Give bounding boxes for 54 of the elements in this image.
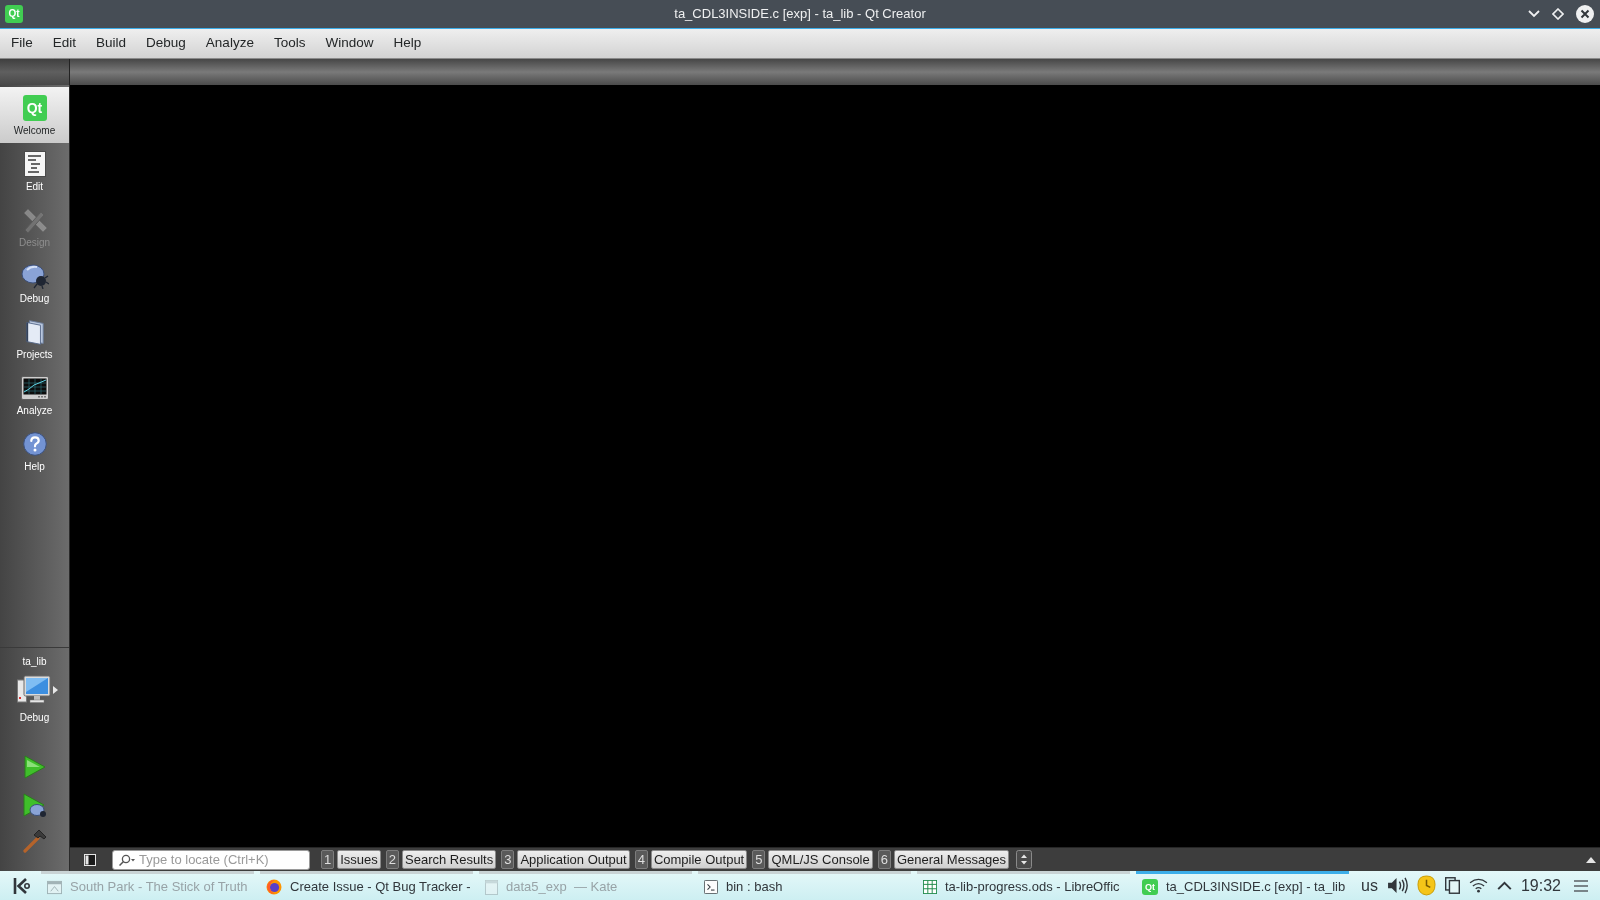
clock-time[interactable]: 19:32 [1520,877,1561,894]
terminal-icon [704,880,718,894]
mode-tab[interactable]: Debug [0,255,69,311]
mode-tab[interactable]: Qt Welcome [0,87,69,143]
taskbar-task[interactable]: bin : bash [698,871,911,900]
menu-item[interactable]: Build [86,33,137,54]
book-icon [24,318,45,346]
keyboard-layout[interactable]: us [1361,877,1378,894]
bug-icon [20,263,49,289]
page-icon [485,879,498,895]
qt-logo: Qt [1142,879,1158,895]
hammer-icon[interactable] [22,829,47,853]
caret-up-icon[interactable] [1496,881,1512,890]
computer-icon [17,675,51,705]
menu-item[interactable]: Edit [42,33,87,54]
spreadsheet-icon [923,880,937,894]
play-icon[interactable] [23,755,46,779]
diamond-icon[interactable] [1552,8,1564,20]
sidebar-toggle-icon[interactable] [84,853,96,866]
search-icon [118,853,136,866]
menu-item[interactable]: Tools [263,33,316,54]
locate-field[interactable]: Type to locate (Ctrl+K) [112,849,310,870]
mode-tab[interactable]: Help [0,423,69,479]
clock-icon[interactable] [1416,875,1436,896]
kit-selector[interactable]: ta_lib Debug [11,655,58,725]
ruler-pencil-icon [21,207,48,233]
taskbar-task[interactable]: Create Issue - Qt Bug Tracker - [260,871,473,900]
play-bug-icon[interactable] [22,793,47,819]
caret-right-icon [53,686,58,694]
window-title: ta_CDL3INSIDE.c [exp] - ta_lib - Qt Creator [674,5,926,24]
help-icon [22,432,47,456]
monitor-chart-icon [20,376,49,400]
up-arrow-icon[interactable] [1586,856,1596,863]
menu-item[interactable]: File [1,33,43,54]
speaker-icon[interactable] [1386,877,1408,894]
mode-tab[interactable]: Analyze [0,367,69,423]
copy-icon[interactable] [1444,877,1460,894]
document-icon [23,151,46,177]
taskbar-task[interactable]: ta-lib-progress.ods - LibreOffic [917,871,1130,900]
up-down-arrows-icon[interactable] [1016,850,1033,869]
round-app-logo-icon [266,879,282,895]
menu-item[interactable]: Debug [136,33,196,54]
menu-item[interactable]: Analyze [195,33,264,54]
window-icon [47,879,62,895]
wifi-icon[interactable] [1468,878,1488,893]
menu-icon[interactable] [1574,879,1588,892]
chevron-down-icon[interactable] [1528,10,1540,18]
mode-tab[interactable]: Edit [0,143,69,199]
menu-item[interactable]: Window [315,33,384,54]
qt-logo: Qt [22,95,47,121]
menu-item[interactable]: Help [383,33,432,54]
mode-tab[interactable]: Projects [0,311,69,367]
close-icon[interactable] [1576,5,1594,23]
taskbar-task[interactable]: Qt ta_CDL3INSIDE.c [exp] - ta_lib [1136,871,1349,900]
